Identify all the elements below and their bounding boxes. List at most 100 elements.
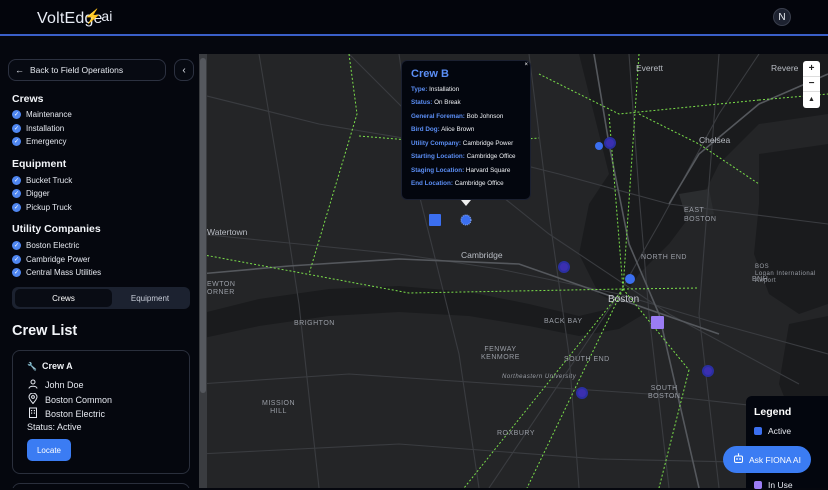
filter-maintenance[interactable]: ✓ Maintenance <box>12 110 72 119</box>
legend-label: Active <box>768 426 792 436</box>
map-label-watertown: Watertown <box>207 227 248 237</box>
filter-label: Central Mass Utilities <box>26 268 102 277</box>
popup-row-bird-dog: Bird Dog: Alice Brown <box>411 126 474 133</box>
legend-label: In Use <box>768 480 793 490</box>
filter-label: Pickup Truck <box>26 203 72 212</box>
popup-value: Cambridge Office <box>454 180 504 187</box>
person-icon <box>27 379 39 391</box>
crew-name: Crew A <box>41 361 73 371</box>
close-icon[interactable]: × <box>524 62 528 68</box>
legend-item-in-use: In Use <box>754 480 793 490</box>
map-pin-icon <box>27 392 39 406</box>
popup-key: Starting Location: <box>411 153 465 160</box>
map-label-cambridge: Cambridge <box>461 250 503 260</box>
popup-value: Cambridge Office <box>466 153 516 160</box>
popup-key: General Foreman: <box>411 113 465 120</box>
zoom-controls: + − ▲ <box>803 61 820 108</box>
filter-central-mass-utilities[interactable]: ✓ Central Mass Utilities <box>12 268 101 277</box>
tab-crews[interactable]: Crews <box>15 289 112 307</box>
filter-label: Bucket Truck <box>26 176 73 185</box>
map-label-bnh: BNH <box>752 276 769 283</box>
brand-ai-mark: ⚡ai <box>84 8 113 24</box>
list-type-toggle: Crews Equipment <box>12 287 190 309</box>
popup-key: End Location: <box>411 180 453 187</box>
filter-cambridge-power[interactable]: ✓ Cambridge Power <box>12 255 90 264</box>
crew-company-row: Boston Electric <box>27 407 105 420</box>
map-label-north-end: NORTH END <box>641 254 687 261</box>
filter-label: Maintenance <box>26 110 72 119</box>
checkmark-icon: ✓ <box>12 268 21 277</box>
reset-bearing-button[interactable]: ▲ <box>803 92 820 108</box>
filter-installation[interactable]: ✓ Installation <box>12 124 64 133</box>
crew-card: 🔧 Crew A John Doe Boston Common Boston E… <box>12 350 190 474</box>
map-label-northeastern: Northeastern University <box>502 374 577 380</box>
map-label-newton-corner: EWTON ORNER <box>207 281 236 296</box>
popup-pointer <box>461 200 471 206</box>
popup-row-utility-company: Utility Company: Cambridge Power <box>411 140 513 147</box>
sidebar: ← Back to Field Operations ‹ Crews ✓ Main… <box>0 36 199 488</box>
scrollbar-thumb[interactable] <box>200 58 206 393</box>
crew-location: Boston Common <box>45 394 113 405</box>
checkmark-icon: ✓ <box>12 110 21 119</box>
map-label-everett: Everett <box>636 63 663 73</box>
map-label-roxbury: ROXBURY <box>497 430 535 437</box>
popup-row-end-location: End Location: Cambridge Office <box>411 180 504 187</box>
filter-bucket-truck[interactable]: ✓ Bucket Truck <box>12 176 72 185</box>
crew-status: Status: Active <box>27 422 82 432</box>
popup-row-type: Type: Installation <box>411 86 459 93</box>
legend-swatch <box>754 427 762 435</box>
filter-boston-electric[interactable]: ✓ Boston Electric <box>12 241 79 250</box>
popup-value: Bob Johnson <box>466 113 504 120</box>
map-legend: Legend Active In Use <box>746 396 828 490</box>
filter-label: Boston Electric <box>26 241 80 250</box>
locate-button[interactable]: Locate <box>27 439 71 461</box>
checkmark-icon: ✓ <box>12 241 21 250</box>
popup-title: Crew B <box>411 68 449 80</box>
crew-company: Boston Electric <box>45 408 106 419</box>
map-label-mission-hill: MISSION HILL <box>262 400 296 415</box>
map-label-brighton: BRIGHTON <box>294 320 335 327</box>
zoom-out-button[interactable]: − <box>803 77 820 93</box>
filter-label: Installation <box>26 124 65 133</box>
arrow-left-icon: ← <box>15 65 24 75</box>
filter-pickup-truck[interactable]: ✓ Pickup Truck <box>12 203 72 212</box>
filter-digger[interactable]: ✓ Digger <box>12 189 50 198</box>
legend-title: Legend <box>754 406 792 418</box>
popup-key: Utility Company: <box>411 140 462 147</box>
popup-value: Cambridge Power <box>462 140 514 147</box>
map-label-south-end: SOUTH END <box>564 356 610 363</box>
checkmark-icon: ✓ <box>12 189 21 198</box>
back-button-label: Back to Field Operations <box>30 65 124 75</box>
back-to-field-operations-button[interactable]: ← Back to Field Operations <box>8 59 166 81</box>
filter-label: Cambridge Power <box>26 255 91 264</box>
robot-icon <box>733 453 744 466</box>
crew-list-title: Crew List <box>12 323 78 339</box>
filter-emergency[interactable]: ✓ Emergency <box>12 137 66 146</box>
map-label-revere: Revere <box>771 63 799 73</box>
map-label-chelsea: Chelsea <box>699 135 731 145</box>
utility-companies-filter-title: Utility Companies <box>12 223 101 235</box>
top-bar: VoltEdge ⚡ai N <box>0 0 828 36</box>
ask-fiona-ai-button[interactable]: Ask FIONA AI <box>723 446 811 473</box>
popup-key: Status: <box>411 99 433 106</box>
filter-label: Emergency <box>26 137 67 146</box>
wrench-icon: 🔧 <box>27 361 37 371</box>
map-label-back-bay: BACK BAY <box>544 318 583 325</box>
user-avatar[interactable]: N <box>773 8 791 26</box>
crew-location-row: Boston Common <box>27 392 113 406</box>
checkmark-icon: ✓ <box>12 255 21 264</box>
checkmark-icon: ✓ <box>12 203 21 212</box>
fiona-label: Ask FIONA AI <box>749 454 801 465</box>
popup-row-status: Status: On Break <box>411 99 461 106</box>
crew-foreman-row: John Doe <box>27 379 84 391</box>
tab-equipment[interactable]: Equipment <box>112 289 188 307</box>
collapse-sidebar-button[interactable]: ‹ <box>174 59 194 81</box>
popup-value: Harvard Square <box>465 167 511 174</box>
equipment-filter-title: Equipment <box>12 158 67 170</box>
checkmark-icon: ✓ <box>12 176 21 185</box>
popup-row-starting-location: Starting Location: Cambridge Office <box>411 153 516 160</box>
zoom-in-button[interactable]: + <box>803 61 820 77</box>
map-scrollbar[interactable] <box>199 54 207 488</box>
legend-item-active: Active <box>754 426 791 436</box>
crew-foreman: John Doe <box>45 380 84 390</box>
